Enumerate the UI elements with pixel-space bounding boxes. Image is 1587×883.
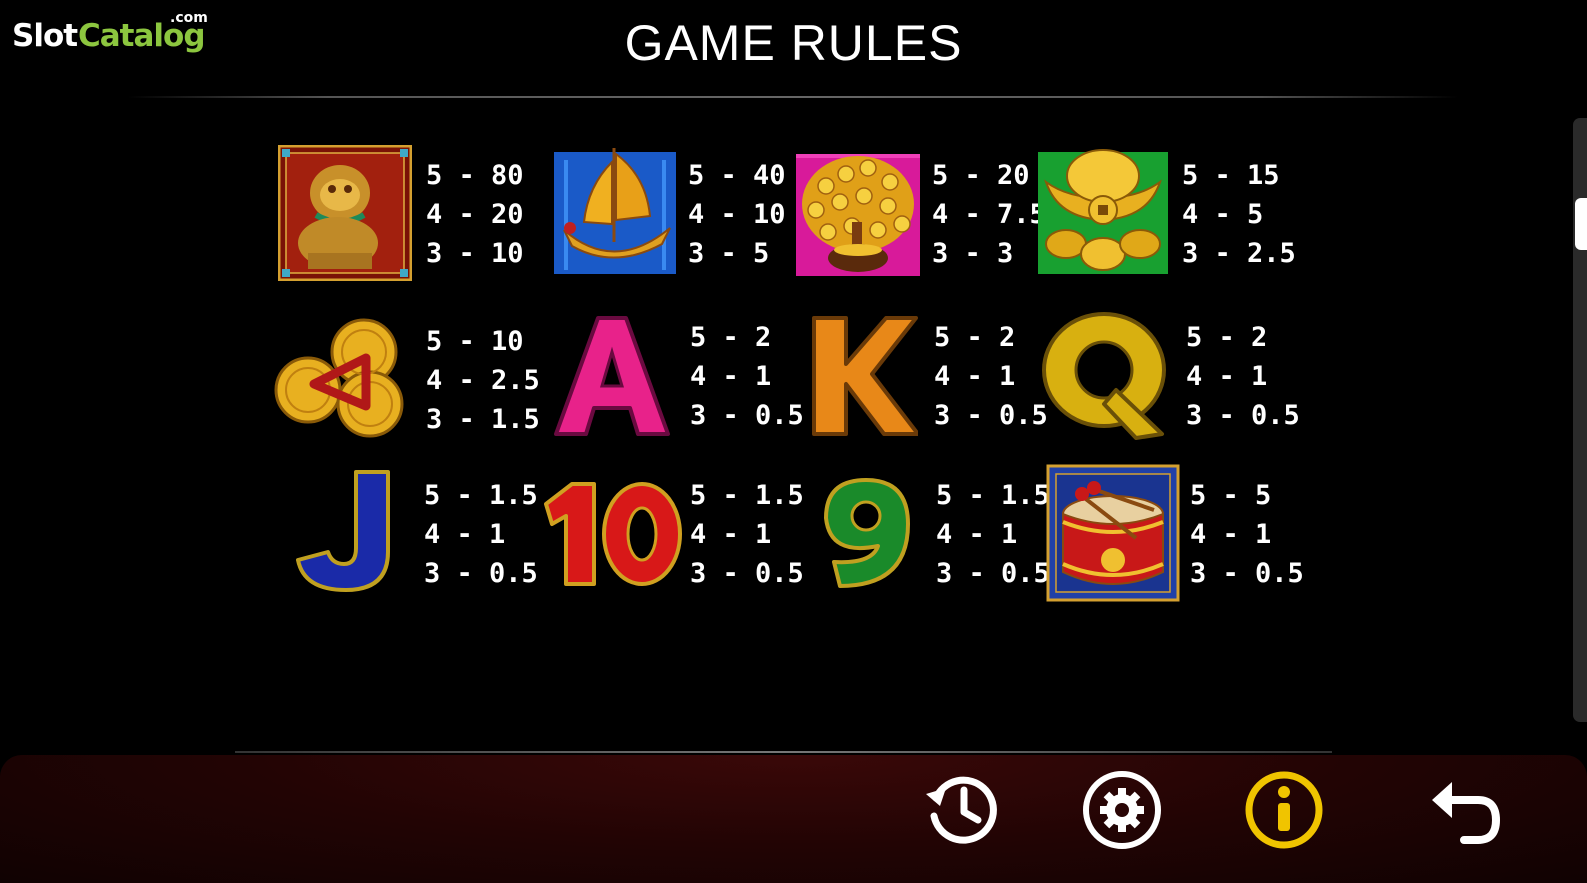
payout-lines-k: 5 - 2 4 - 1 3 - 0.5 [934,318,1048,435]
money-tree-icon [796,146,920,276]
scrollbar-thumb[interactable] [1575,198,1587,250]
payout-line: 4 - 10 [688,199,786,230]
gear-icon [1083,771,1161,849]
payout-line: 4 - 1 [934,361,1016,392]
payout-line: 3 - 0.5 [936,558,1050,589]
payout-line: 4 - 20 [426,199,524,230]
payout-line: 3 - 3 [932,238,1014,269]
payout-line: 5 - 5 [1190,480,1272,511]
title-divider [128,96,1458,98]
payout-lines-9: 5 - 1.5 4 - 1 3 - 0.5 [936,476,1050,593]
payout-line: 3 - 0.5 [1190,558,1304,589]
payout-line: 3 - 0.5 [424,558,538,589]
payout-line: 5 - 1.5 [936,480,1050,511]
drum-icon [1046,464,1180,602]
payout-line: 3 - 0.5 [934,400,1048,431]
payout-line: 3 - 5 [688,238,770,269]
history-button[interactable] [924,770,1004,850]
payout-line: 3 - 1.5 [426,404,540,435]
payout-lines-lion: 5 - 80 4 - 20 3 - 10 [426,156,524,273]
payout-lines-j: 5 - 1.5 4 - 1 3 - 0.5 [424,476,538,593]
letter-a-icon [552,312,672,440]
number-9-icon [820,476,912,590]
letter-q-icon [1040,308,1172,442]
payout-lines-drum: 5 - 5 4 - 1 3 - 0.5 [1190,476,1304,593]
payout-lines-ingot: 5 - 15 4 - 5 3 - 2.5 [1182,156,1296,273]
payout-line: 5 - 10 [426,326,524,357]
payout-lines-10: 5 - 1.5 4 - 1 3 - 0.5 [690,476,804,593]
payout-line: 5 - 2 [934,322,1016,353]
bottom-divider [235,751,1332,753]
payout-line: 4 - 7.5 [932,199,1046,230]
payout-line: 5 - 1.5 [690,480,804,511]
info-button[interactable] [1244,770,1324,850]
back-arrow-icon [1432,782,1500,844]
payout-lines-ship: 5 - 40 4 - 10 3 - 5 [688,156,786,273]
payout-line: 5 - 2 [1186,322,1268,353]
page-title: GAME RULES [624,15,963,71]
golden-lion-icon [277,144,413,282]
payout-line: 3 - 0.5 [690,400,804,431]
payout-line: 5 - 15 [1182,160,1280,191]
payout-line: 4 - 1 [424,519,506,550]
payout-line: 3 - 2.5 [1182,238,1296,269]
payout-line: 4 - 1 [1190,519,1272,550]
payout-line: 5 - 2 [690,322,772,353]
coins-icon [274,318,410,440]
gold-ingot-icon [1038,148,1168,276]
payout-line: 3 - 0.5 [1186,400,1300,431]
payout-line: 3 - 0.5 [690,558,804,589]
payout-line: 5 - 1.5 [424,480,538,511]
payout-line: 4 - 1 [1186,361,1268,392]
number-10-icon [542,480,684,588]
payout-line: 4 - 5 [1182,199,1264,230]
payout-lines-a: 5 - 2 4 - 1 3 - 0.5 [690,318,804,435]
letter-j-icon [294,468,394,594]
payout-line: 5 - 40 [688,160,786,191]
payout-line: 3 - 10 [426,238,524,269]
settings-button[interactable] [1082,770,1162,850]
payout-line: 4 - 2.5 [426,365,540,396]
history-icon [926,776,997,844]
payout-lines-coins: 5 - 10 4 - 2.5 3 - 1.5 [426,322,540,439]
payout-lines-tree: 5 - 20 4 - 7.5 3 - 3 [932,156,1046,273]
letter-k-icon [806,312,920,440]
back-button[interactable] [1426,770,1506,850]
payout-line: 4 - 1 [936,519,1018,550]
junk-ship-icon [554,146,676,274]
payout-line: 5 - 20 [932,160,1030,191]
info-icon [1245,771,1323,849]
payout-line: 4 - 1 [690,361,772,392]
payout-line: 5 - 80 [426,160,524,191]
control-bar [0,755,1587,883]
payout-lines-q: 5 - 2 4 - 1 3 - 0.5 [1186,318,1300,435]
payout-line: 4 - 1 [690,519,772,550]
